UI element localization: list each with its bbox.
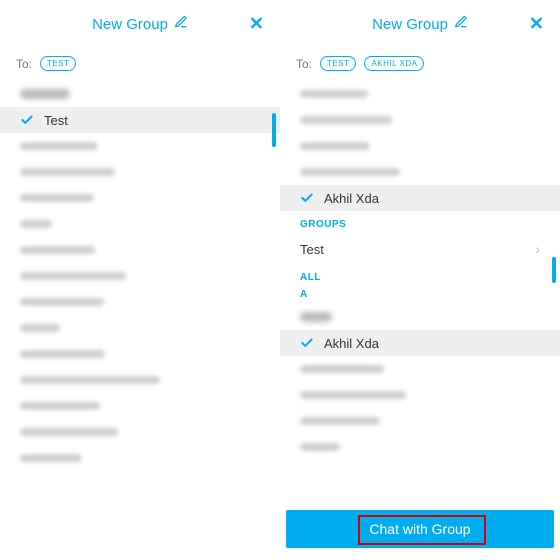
blurred-contact[interactable] — [280, 159, 560, 185]
close-icon[interactable]: ✕ — [529, 14, 544, 35]
chip-test[interactable]: TEST — [320, 56, 356, 71]
chip-akhil[interactable]: AKHIL XDA — [364, 56, 424, 71]
chat-with-group-button[interactable]: Chat with Group — [286, 510, 554, 548]
edit-icon[interactable] — [174, 15, 188, 33]
blurred-contact[interactable] — [0, 367, 280, 393]
blurred-contact[interactable] — [280, 304, 560, 330]
group-name: Test — [300, 242, 324, 257]
contact-row-selected-all[interactable]: Akhil Xda — [280, 330, 560, 356]
blurred-contact[interactable] — [280, 408, 560, 434]
group-row[interactable]: Test › — [280, 234, 560, 264]
header: New Group ✕ — [0, 0, 280, 48]
blurred-contact[interactable] — [280, 382, 560, 408]
blurred-contact[interactable] — [280, 107, 560, 133]
cta-label: Chat with Group — [369, 521, 470, 537]
page-title[interactable]: New Group — [372, 15, 468, 33]
contact-name: Test — [44, 113, 68, 128]
blurred-contact[interactable] — [0, 445, 280, 471]
blurred-contact[interactable] — [280, 133, 560, 159]
blurred-contact[interactable] — [0, 315, 280, 341]
contact-name: Akhil Xda — [324, 336, 379, 351]
section-all: ALL — [280, 264, 560, 287]
blurred-contact[interactable] — [0, 81, 280, 107]
page-title[interactable]: New Group — [92, 15, 188, 33]
scroll-indicator[interactable] — [552, 257, 556, 283]
blurred-contact[interactable] — [0, 289, 280, 315]
scroll-indicator[interactable] — [272, 113, 276, 147]
to-row: To: TEST AKHIL XDA — [280, 48, 560, 81]
header: New Group ✕ — [280, 0, 560, 48]
blurred-contact[interactable] — [280, 434, 560, 460]
to-label: To: — [296, 57, 312, 71]
edit-icon[interactable] — [454, 15, 468, 33]
contact-list: Test — [0, 81, 280, 471]
to-label: To: — [16, 57, 32, 71]
contact-row-selected[interactable]: Akhil Xda — [280, 185, 560, 211]
pane-right: New Group ✕ To: TEST AKHIL XDA Akhil Xda… — [280, 0, 560, 560]
blurred-contact[interactable] — [0, 237, 280, 263]
blurred-contact[interactable] — [0, 159, 280, 185]
contact-name: Akhil Xda — [324, 191, 379, 206]
contact-row-selected[interactable]: Test — [0, 107, 280, 133]
blurred-contact[interactable] — [0, 419, 280, 445]
contact-list-right: Akhil Xda GROUPS Test › ALL A Akhil Xda — [280, 81, 560, 460]
to-row: To: TEST — [0, 48, 280, 81]
close-icon[interactable]: ✕ — [249, 14, 264, 35]
chip-test[interactable]: TEST — [40, 56, 76, 71]
blurred-contact[interactable] — [0, 211, 280, 237]
blurred-contact[interactable] — [0, 263, 280, 289]
section-groups: GROUPS — [280, 211, 560, 234]
blurred-contact[interactable] — [0, 393, 280, 419]
pane-left: New Group ✕ To: TEST Test — [0, 0, 280, 560]
alpha-header: A — [280, 287, 560, 304]
check-icon — [20, 113, 34, 127]
blurred-contact[interactable] — [280, 81, 560, 107]
title-text: New Group — [92, 16, 168, 33]
title-text: New Group — [372, 16, 448, 33]
check-icon — [300, 191, 314, 205]
blurred-contact[interactable] — [0, 341, 280, 367]
check-icon — [300, 336, 314, 350]
chevron-right-icon: › — [535, 241, 540, 257]
blurred-contact[interactable] — [0, 133, 280, 159]
blurred-contact[interactable] — [0, 185, 280, 211]
blurred-contact[interactable] — [280, 356, 560, 382]
